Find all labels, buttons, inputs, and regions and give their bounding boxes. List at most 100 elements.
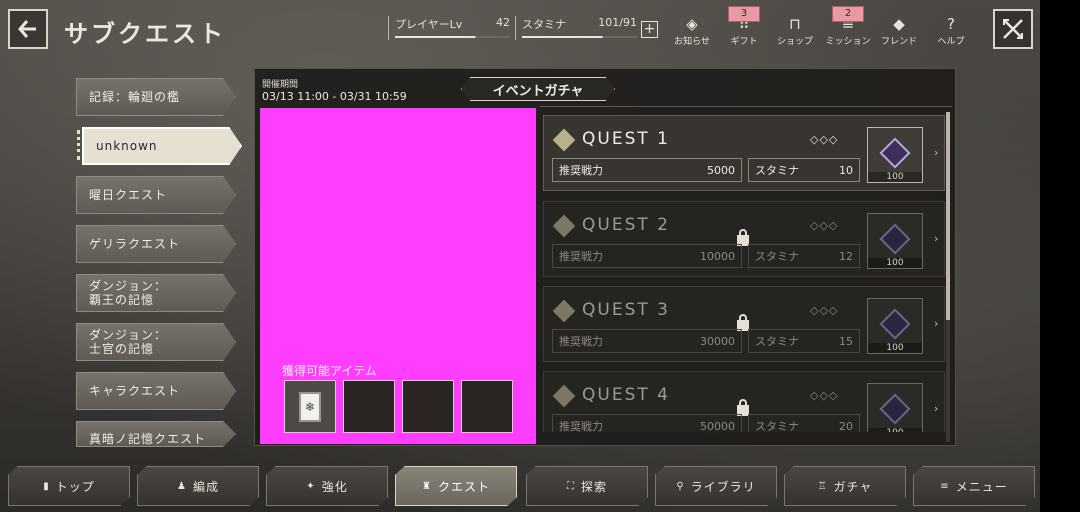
nav-label: クエスト (437, 479, 490, 494)
power-label: 推奨戦力 (559, 250, 603, 263)
reward-item[interactable]: 100 (867, 298, 923, 354)
nav-menu[interactable]: ≡ メニュー (913, 466, 1035, 506)
power-value: 10000 (700, 249, 735, 263)
back-button[interactable] (8, 9, 48, 49)
quest-card-2[interactable]: QUEST 2 ◇◇◇ 推奨戦力 10000 スタミナ 12 100 › (543, 201, 945, 277)
add-stamina-button[interactable]: + (641, 21, 658, 38)
quest-name: QUEST 3 (582, 300, 670, 320)
nav-library[interactable]: ⚲ ライブラリ (655, 466, 777, 506)
nav-formation[interactable]: ♟ 編成 (137, 466, 259, 506)
menu-icon: ≡ (940, 480, 950, 492)
quest-list: QUEST 1 ◇◇◇ 推奨戦力 5000 スタミナ 10 100 › QUES… (540, 110, 946, 432)
quest-emblem-icon (552, 128, 576, 152)
quest-emblem-icon (552, 299, 576, 323)
event-gacha-tab[interactable]: イベントガチャ (461, 77, 615, 101)
nav-gacha[interactable]: ♖ ガチャ (784, 466, 906, 506)
item-slot[interactable] (343, 380, 395, 433)
power-value: 50000 (700, 419, 735, 433)
nav-label: 編成 (192, 479, 219, 494)
reward-item[interactable]: 100 (867, 127, 923, 183)
quest-stamina: スタミナ 20 (748, 414, 860, 432)
quest-card-1[interactable]: QUEST 1 ◇◇◇ 推奨戦力 5000 スタミナ 10 100 › (543, 115, 945, 191)
sidebar-item-label: 真暗ノ記憶クエスト (89, 432, 207, 446)
panel-divider (540, 106, 952, 107)
item-slot[interactable] (461, 380, 513, 433)
recommended-power: 推奨戦力 30000 (552, 329, 742, 353)
quest-stamina: スタミナ 15 (748, 329, 860, 353)
reward-item[interactable]: 100 (867, 213, 923, 269)
stamina-value: 20 (839, 419, 853, 433)
recommended-power: 推奨戦力 10000 (552, 244, 742, 268)
item-slot[interactable]: ❄ (284, 380, 336, 433)
stamina-value: 15 (839, 334, 853, 348)
sidebar-item-weekday[interactable]: 曜日クエスト (76, 176, 236, 214)
nav-label: メニュー (955, 479, 1008, 494)
recommended-power: 推奨戦力 5000 (552, 158, 742, 182)
power-value: 5000 (707, 163, 735, 177)
quest-stamina: スタミナ 12 (748, 244, 860, 268)
quest-name: QUEST 4 (582, 385, 670, 405)
quest-card-4[interactable]: QUEST 4 ◇◇◇ 推奨戦力 50000 スタミナ 20 100 › (543, 371, 945, 432)
nav-explore[interactable]: ⛶ 探索 (526, 466, 648, 506)
power-label: 推奨戦力 (559, 164, 603, 177)
friend-button[interactable]: ◆ フレンド (871, 14, 927, 47)
gift-button[interactable]: 3 ⠿ ギフト (716, 6, 772, 47)
shop-label: ショップ (776, 37, 813, 47)
stamina-value: 12 (839, 249, 853, 263)
nav-enhance[interactable]: ✦ 強化 (266, 466, 388, 506)
difficulty-diamonds: ◇◇◇ (810, 304, 839, 317)
sidebar-item-dungeon-shikan[interactable]: ダンジョン： 士官の記憶 (76, 323, 236, 361)
notice-button[interactable]: ◈ お知らせ (664, 14, 720, 47)
shop-button[interactable]: ⊓ ショップ (767, 14, 823, 47)
sidebar-item-rinne[interactable]: 記録：輪廻の檻 (76, 78, 236, 116)
chevron-right-icon: › (934, 402, 939, 415)
stamina-label: スタミナ (755, 164, 799, 177)
sidebar-item-unknown[interactable]: unknown (82, 127, 242, 165)
sidebar-item-dungeon-haou[interactable]: ダンジョン： 覇王の記憶 (76, 274, 236, 312)
gacha-icon: ♖ (817, 480, 828, 492)
help-label: ヘルプ (937, 37, 965, 47)
gem-icon (879, 223, 911, 255)
quest-stamina: スタミナ 10 (748, 158, 860, 182)
item-slot[interactable] (402, 380, 454, 433)
top-icon: ▮ (43, 480, 50, 492)
stamina-label: スタミナ (755, 335, 799, 348)
gem-icon (879, 137, 911, 169)
mission-button[interactable]: 2 ≡ ミッション (820, 6, 876, 47)
scrollbar-thumb[interactable] (946, 112, 950, 320)
close-button[interactable] (993, 9, 1033, 49)
sidebar-item-shinan[interactable]: 真暗ノ記憶クエスト (76, 421, 236, 447)
stamina-value: 10 (839, 163, 853, 177)
power-label: 推奨戦力 (559, 335, 603, 348)
formation-icon: ♟ (177, 480, 187, 492)
quest-emblem-icon (552, 214, 576, 238)
mission-badge: 2 (832, 6, 864, 22)
nav-top[interactable]: ▮ トップ (8, 466, 130, 506)
shop-icon: ⊓ (789, 15, 801, 33)
active-indicator (77, 130, 81, 160)
sidebar-item-character[interactable]: キャラクエスト (76, 372, 236, 410)
quest-name: QUEST 1 (582, 129, 670, 149)
nav-quest[interactable]: ♜ クエスト (395, 466, 517, 506)
gift-label: ギフト (730, 37, 758, 47)
close-icon (1003, 19, 1023, 39)
help-button[interactable]: ? ヘルプ (923, 14, 979, 47)
quest-card-3[interactable]: QUEST 3 ◇◇◇ 推奨戦力 30000 スタミナ 15 100 › (543, 286, 945, 362)
card-icon: ❄ (299, 391, 321, 422)
chevron-right-icon: › (934, 317, 939, 330)
chevron-right-icon: › (934, 232, 939, 245)
stamina-value: 101/91 (598, 16, 637, 29)
difficulty-diamonds: ◇◇◇ (810, 389, 839, 402)
player-level-label: プレイヤーLv (395, 18, 463, 31)
reward-item[interactable]: 100 (867, 383, 923, 432)
header: サブクエスト プレイヤーLv 42 スタミナ 101/91 + ◈ お知らせ 3… (0, 0, 1040, 60)
notice-label: お知らせ (674, 37, 710, 47)
player-level-value: 42 (496, 16, 510, 29)
gem-icon (879, 393, 911, 425)
sidebar-item-guerrilla[interactable]: ゲリラクエスト (76, 225, 236, 263)
reward-qty: 100 (868, 428, 922, 432)
recommended-power: 推奨戦力 50000 (552, 414, 742, 432)
help-icon: ? (947, 15, 955, 33)
sidebar-item-label: 記録：輪廻の檻 (89, 90, 181, 104)
difficulty-diamonds: ◇◇◇ (810, 133, 839, 146)
